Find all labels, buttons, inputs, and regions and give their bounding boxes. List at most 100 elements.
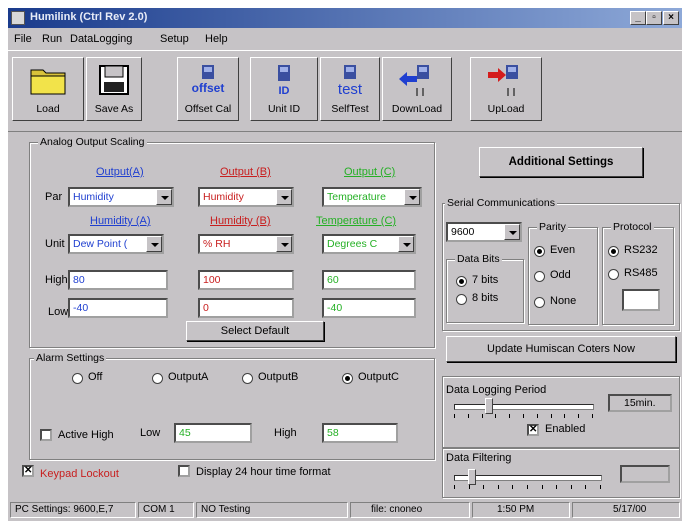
data-bits-7-label: 7 bits xyxy=(472,274,499,286)
status-date: 5/17/00 xyxy=(572,502,680,518)
minimize-button[interactable]: _ xyxy=(630,11,646,25)
status-file: file: cnoneo xyxy=(350,502,470,518)
slider-tick xyxy=(468,485,470,489)
output-c-unit-select[interactable]: Degrees C xyxy=(322,234,416,254)
data-bits-8-radio[interactable] xyxy=(456,294,467,305)
chevron-down-icon xyxy=(156,189,172,205)
output-b-par-select[interactable]: Humidity xyxy=(198,187,294,207)
update-humiscan-button[interactable]: Update Humiscan Coters Now xyxy=(446,336,676,362)
unit-id-button[interactable]: ID Unit ID xyxy=(250,57,318,121)
data-filtering-slider-thumb[interactable] xyxy=(467,469,476,485)
slider-tick xyxy=(564,414,566,418)
alarm-outputb-radio[interactable] xyxy=(242,373,253,384)
load-button[interactable]: Load xyxy=(12,57,84,121)
output-c-unit-header: Temperature (C) xyxy=(316,215,397,227)
protocol-rs232-label: RS232 xyxy=(624,244,658,256)
output-c-low-input[interactable]: -40 xyxy=(322,298,416,318)
output-a-par-select[interactable]: Humidity xyxy=(68,187,174,207)
output-b-high-input[interactable]: 100 xyxy=(198,270,294,290)
parity-none-radio[interactable] xyxy=(534,297,545,308)
upload-arrow-icon xyxy=(488,65,518,96)
alarm-outputb-label: OutputB xyxy=(258,371,299,383)
parity-odd-radio[interactable] xyxy=(534,271,545,282)
output-c-high-input[interactable]: 60 xyxy=(322,270,416,290)
slider-tick xyxy=(578,414,580,418)
data-logging-slider-thumb[interactable] xyxy=(484,398,493,414)
save-as-button[interactable]: Save As xyxy=(86,57,142,121)
download-arrow-icon xyxy=(399,65,429,96)
offset-icon: offset xyxy=(192,65,224,95)
active-high-checkbox[interactable] xyxy=(40,429,52,441)
parity-caption: Parity xyxy=(537,221,568,233)
close-button[interactable]: × xyxy=(663,11,679,25)
keypad-lockout-checkbox[interactable]: ✕ xyxy=(22,465,34,477)
protocol-caption: Protocol xyxy=(611,221,654,233)
selftest-button[interactable]: test SelfTest xyxy=(320,57,380,121)
parity-even-radio[interactable] xyxy=(534,246,545,257)
menu-help[interactable]: Help xyxy=(205,33,228,45)
rs485-address-input[interactable] xyxy=(622,289,660,311)
output-a-low-input[interactable]: -40 xyxy=(68,298,168,318)
parity-none-label: None xyxy=(550,295,577,307)
output-a-unit-header: Humidity (A) xyxy=(90,215,151,227)
test-icon: test xyxy=(338,65,363,98)
slider-tick xyxy=(536,414,538,418)
output-b-unit-select[interactable]: % RH xyxy=(198,234,294,254)
offset-cal-button[interactable]: offset Offset Cal xyxy=(177,57,239,121)
id-icon: ID xyxy=(278,65,290,97)
logging-enabled-checkbox[interactable]: ✕ xyxy=(527,424,539,436)
status-testing: NO Testing xyxy=(196,502,348,518)
alarm-outputc-radio[interactable] xyxy=(342,373,353,384)
protocol-rs485-radio[interactable] xyxy=(608,269,619,280)
protocol-rs232-radio[interactable] xyxy=(608,246,619,257)
menu-run[interactable]: Run xyxy=(42,33,62,45)
slider-tick xyxy=(556,485,558,489)
slider-tick xyxy=(541,485,543,489)
data-bits-7-radio[interactable] xyxy=(456,276,467,287)
output-b-low-input[interactable]: 0 xyxy=(198,298,294,318)
parity-odd-label: Odd xyxy=(550,269,571,281)
data-logging-value: 15min. xyxy=(608,394,672,412)
slider-tick xyxy=(483,485,485,489)
alarm-high-label: High xyxy=(274,427,297,439)
baud-rate-select[interactable]: 9600 xyxy=(446,222,522,242)
menu-datalogging[interactable]: DataLogging xyxy=(70,33,132,45)
menu-setup[interactable]: Setup xyxy=(160,33,189,45)
status-com-port: COM 1 xyxy=(138,502,194,518)
chevron-down-icon xyxy=(276,189,292,205)
output-c-par-select[interactable]: Temperature xyxy=(322,187,422,207)
slider-tick xyxy=(512,485,514,489)
slider-tick xyxy=(467,414,469,418)
download-button[interactable]: DownLoad xyxy=(382,57,452,121)
alarm-high-input[interactable]: 58 xyxy=(322,423,398,443)
menu-bar: File Run DataLogging Setup Help xyxy=(8,30,682,48)
title-bar: Humilink (Ctrl Rev 2.0) _ ▫ × xyxy=(8,8,682,28)
select-default-button[interactable]: Select Default xyxy=(186,321,324,341)
app-icon xyxy=(11,11,25,25)
additional-settings-button[interactable]: Additional Settings xyxy=(479,147,643,177)
alarm-off-radio[interactable] xyxy=(72,373,83,384)
maximize-button[interactable]: ▫ xyxy=(646,11,662,25)
display-24h-checkbox[interactable] xyxy=(178,465,190,477)
logging-enabled-label: Enabled xyxy=(545,423,586,435)
serial-communications-caption: Serial Communications xyxy=(445,197,557,209)
data-filtering-value xyxy=(620,465,670,483)
unit-label: Unit xyxy=(45,238,65,250)
chevron-down-icon xyxy=(504,224,520,240)
slider-tick xyxy=(527,485,528,489)
protocol-rs485-label: RS485 xyxy=(624,267,658,279)
upload-button[interactable]: UpLoad xyxy=(470,57,542,121)
output-a-high-input[interactable]: 80 xyxy=(68,270,168,290)
data-filtering-slider[interactable] xyxy=(454,475,602,481)
alarm-settings-caption: Alarm Settings xyxy=(34,352,107,364)
alarm-outputa-radio[interactable] xyxy=(152,373,163,384)
data-bits-8-label: 8 bits xyxy=(472,292,499,304)
output-a-unit-select[interactable]: Dew Point ( xyxy=(68,234,164,254)
output-c-header: Output (C) xyxy=(344,166,396,178)
menu-file[interactable]: File xyxy=(14,33,32,45)
slider-tick xyxy=(592,414,593,418)
alarm-low-input[interactable]: 45 xyxy=(174,423,252,443)
data-logging-slider[interactable] xyxy=(454,404,594,410)
slider-tick xyxy=(497,485,499,489)
svg-text:ID: ID xyxy=(279,85,290,97)
